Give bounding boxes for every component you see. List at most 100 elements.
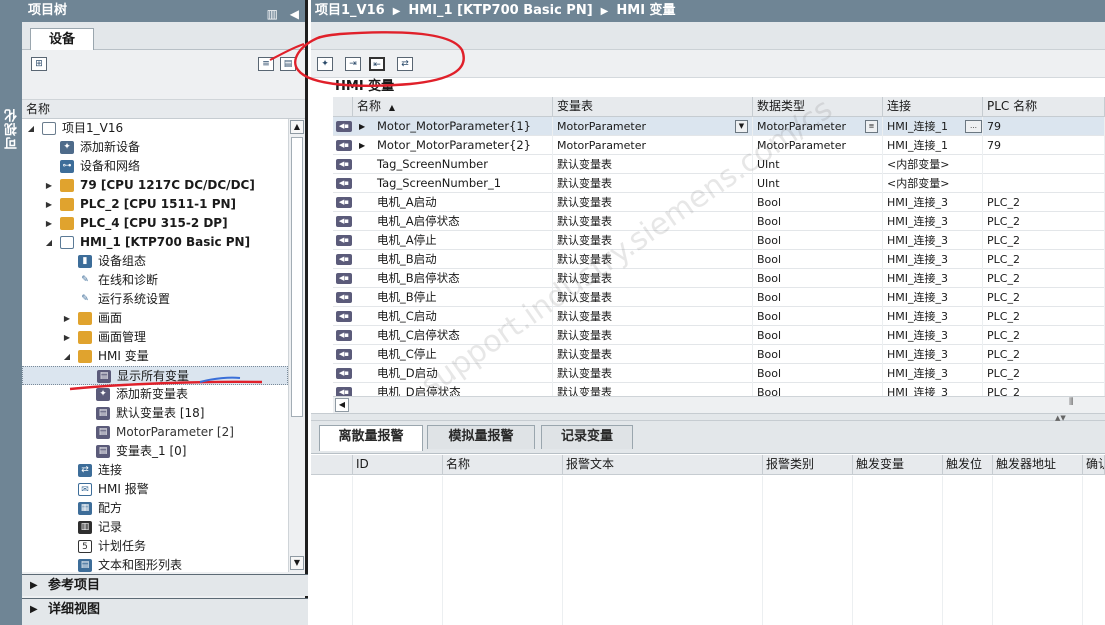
cell-table[interactable]: 默认变量表: [553, 231, 753, 250]
cell-table[interactable]: 默认变量表: [553, 307, 753, 326]
cell-connection[interactable]: HMI_连接_3: [883, 364, 983, 383]
tree-item-logs[interactable]: ▥ 记录: [22, 518, 288, 537]
cell-plc[interactable]: 79: [983, 117, 1105, 136]
tree-item-screens[interactable]: ▶ 画面: [22, 309, 288, 328]
sync-tags-icon[interactable]: ⇄: [397, 57, 413, 71]
grid-horizontal-scrollbar[interactable]: ◀ ⦀: [333, 396, 1105, 413]
collapse-arrow-icon[interactable]: ◢: [26, 119, 36, 138]
tree-item-recipes[interactable]: ▦ 配方: [22, 499, 288, 518]
cell-connection[interactable]: HMI_连接_3: [883, 269, 983, 288]
cell-name[interactable]: 电机_C启停状态: [353, 326, 553, 345]
cell-datatype[interactable]: UInt: [753, 155, 883, 174]
alarm-column-trigger-tag[interactable]: 触发变量: [853, 455, 943, 475]
expand-arrow-icon[interactable]: ▶: [62, 309, 72, 328]
tab-devices[interactable]: 设备: [30, 28, 94, 50]
cell-datatype[interactable]: Bool: [753, 383, 883, 396]
table-view-icon[interactable]: ▤: [280, 57, 296, 71]
cell-plc[interactable]: PLC_2: [983, 250, 1105, 269]
cell-table[interactable]: 默认变量表: [553, 193, 753, 212]
table-row[interactable]: ◀▪ 电机_A启动 默认变量表 Bool HMI_连接_3 PLC_2: [333, 193, 1105, 212]
table-row[interactable]: ◀▪ 电机_C停止 默认变量表 Bool HMI_连接_3 PLC_2: [333, 345, 1105, 364]
tab-analog-alarms[interactable]: 模拟量报警: [427, 425, 535, 449]
cell-name[interactable]: 电机_C启动: [353, 307, 553, 326]
column-header-connection[interactable]: 连接: [883, 97, 983, 117]
table-row[interactable]: ◀▪ ▶ Motor_MotorParameter{2} MotorParameter…: [333, 136, 1105, 155]
cell-datatype[interactable]: Bool: [753, 326, 883, 345]
cell-table[interactable]: 默认变量表: [553, 364, 753, 383]
table-row[interactable]: ◀▪ 电机_D启停状态 默认变量表 Bool HMI_连接_3 PLC_2: [333, 383, 1105, 396]
cell-table[interactable]: MotorParameter: [553, 117, 753, 136]
tree-item-plc-79[interactable]: ▶ 79 [CPU 1217C DC/DC/DC]: [22, 176, 288, 195]
expand-arrow-icon[interactable]: ▶: [62, 328, 72, 347]
tree-item-device-config[interactable]: ▮ 设备组态: [22, 252, 288, 271]
cell-connection[interactable]: HMI_连接_3: [883, 288, 983, 307]
cell-name[interactable]: Motor_MotorParameter{1}: [353, 117, 553, 136]
cell-plc[interactable]: 79: [983, 136, 1105, 155]
cell-connection[interactable]: HMI_连接_1: [883, 136, 983, 155]
cell-name[interactable]: 电机_B启停状态: [353, 269, 553, 288]
table-row[interactable]: ◀▪ 电机_B启动 默认变量表 Bool HMI_连接_3 PLC_2: [333, 250, 1105, 269]
breadcrumb-item[interactable]: HMI 变量: [616, 3, 675, 18]
cell-table[interactable]: 默认变量表: [553, 212, 753, 231]
cell-table[interactable]: 默认变量表: [553, 174, 753, 193]
cell-plc[interactable]: [983, 174, 1105, 193]
tree-item-hmi-alarms[interactable]: ✉ HMI 报警: [22, 480, 288, 499]
table-row[interactable]: ◀▪ 电机_C启动 默认变量表 Bool HMI_连接_3 PLC_2: [333, 307, 1105, 326]
table-row[interactable]: ◀▪ Tag_ScreenNumber 默认变量表 UInt <内部变量>: [333, 155, 1105, 174]
cell-connection[interactable]: HMI_连接_3: [883, 212, 983, 231]
tree-scrollbar[interactable]: ▲ ▼: [288, 119, 305, 572]
split-view-icon[interactable]: ▥: [267, 7, 278, 21]
new-view-icon[interactable]: ⊞: [31, 57, 47, 71]
cell-datatype[interactable]: MotorParameter: [753, 136, 883, 155]
breadcrumb-item[interactable]: HMI_1 [KTP700 Basic PN]: [408, 3, 592, 18]
collapse-arrow-icon[interactable]: ◢: [44, 233, 54, 252]
tree-item-connections[interactable]: ⇄ 连接: [22, 461, 288, 480]
cell-table[interactable]: 默认变量表: [553, 155, 753, 174]
table-row[interactable]: ◀▪ 电机_B停止 默认变量表 Bool HMI_连接_3 PLC_2: [333, 288, 1105, 307]
cell-name[interactable]: Motor_MotorParameter{2}: [353, 136, 553, 155]
cell-table[interactable]: 默认变量表: [553, 288, 753, 307]
cell-table[interactable]: MotorParameter: [553, 136, 753, 155]
export-icon[interactable]: ⇥: [345, 57, 361, 71]
table-row[interactable]: ◀▪ Tag_ScreenNumber_1 默认变量表 UInt <内部变量>: [333, 174, 1105, 193]
cell-connection[interactable]: HMI_连接_3: [883, 307, 983, 326]
table-row[interactable]: ◀▪ 电机_C启停状态 默认变量表 Bool HMI_连接_3 PLC_2: [333, 326, 1105, 345]
alarm-column-class[interactable]: 报警类别: [763, 455, 853, 475]
cell-name[interactable]: 电机_B启动: [353, 250, 553, 269]
cell-plc[interactable]: PLC_2: [983, 269, 1105, 288]
cell-datatype[interactable]: Bool: [753, 288, 883, 307]
alarm-column-trigger-bit[interactable]: 触发位: [943, 455, 993, 475]
cell-plc[interactable]: PLC_2: [983, 364, 1105, 383]
scroll-thumb[interactable]: [291, 137, 303, 417]
expand-arrow-icon[interactable]: ▶: [30, 599, 38, 620]
cell-datatype[interactable]: Bool: [753, 364, 883, 383]
cell-name[interactable]: Tag_ScreenNumber: [353, 155, 553, 174]
cell-plc[interactable]: PLC_2: [983, 326, 1105, 345]
cell-plc[interactable]: PLC_2: [983, 307, 1105, 326]
cell-plc[interactable]: PLC_2: [983, 231, 1105, 250]
breadcrumb-item[interactable]: 项目1_V16: [315, 3, 385, 18]
tree-item-text-graphic-lists[interactable]: ▤ 文本和图形列表: [22, 556, 288, 572]
cell-datatype[interactable]: Bool: [753, 269, 883, 288]
cell-plc[interactable]: [983, 155, 1105, 174]
cell-datatype[interactable]: Bool: [753, 212, 883, 231]
cell-connection[interactable]: HMI_连接_3: [883, 383, 983, 396]
tree-item-plc-2[interactable]: ▶ PLC_2 [CPU 1511-1 PN]: [22, 195, 288, 214]
column-header-datatype[interactable]: 数据类型: [753, 97, 883, 117]
collapse-panel-icon[interactable]: ◀: [290, 7, 299, 21]
expand-arrow-icon[interactable]: ▶: [44, 214, 54, 233]
tree-item-screen-mgmt[interactable]: ▶ 画面管理: [22, 328, 288, 347]
column-header-plc[interactable]: PLC 名称: [983, 97, 1105, 117]
table-row[interactable]: ◀▪ 电机_A停止 默认变量表 Bool HMI_连接_3 PLC_2: [333, 231, 1105, 250]
side-strip-label[interactable]: 可视化: [3, 108, 20, 150]
expand-arrow-icon[interactable]: ▶: [44, 176, 54, 195]
cell-name[interactable]: 电机_C停止: [353, 345, 553, 364]
scroll-down-icon[interactable]: ▼: [290, 556, 304, 570]
cell-plc[interactable]: PLC_2: [983, 383, 1105, 396]
sort-ascending-icon[interactable]: ▲: [389, 103, 395, 112]
alarm-column-id[interactable]: ID: [353, 455, 443, 475]
tree-item-project[interactable]: ◢ 项目1_V16: [22, 119, 288, 138]
detail-view-section[interactable]: ▶ 详细视图: [22, 598, 308, 625]
cell-datatype[interactable]: Bool: [753, 193, 883, 212]
connection-browse-button[interactable]: …: [965, 120, 982, 133]
